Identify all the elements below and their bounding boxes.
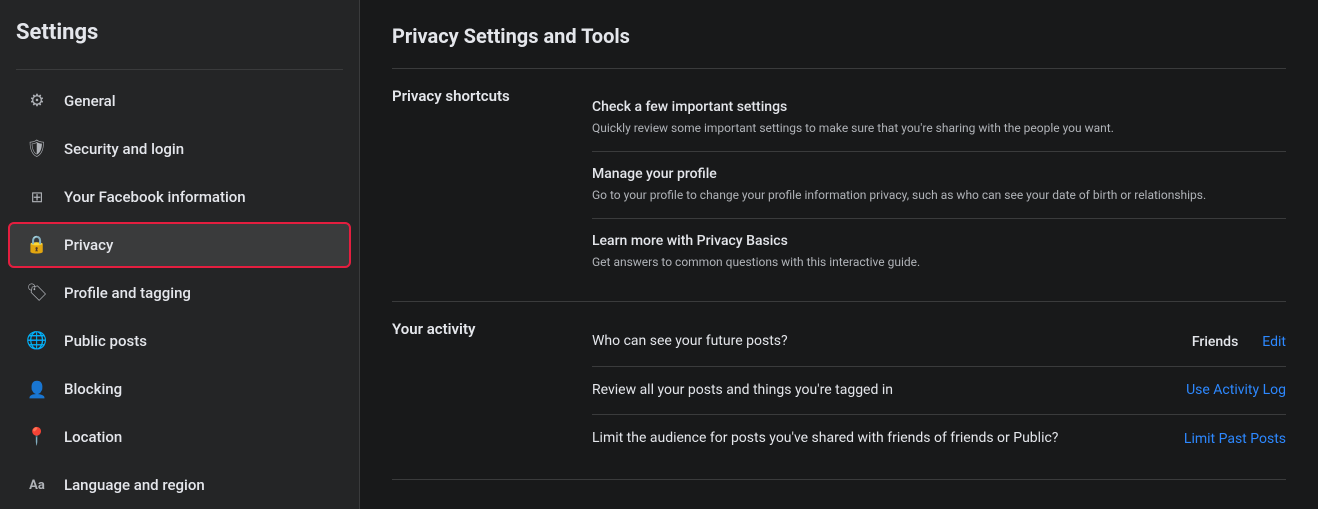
your-activity-section: Your activity Who can see your future po… xyxy=(392,302,1286,480)
sidebar-item-label: Language and region xyxy=(64,476,205,494)
sidebar-item-label: Privacy xyxy=(64,236,113,254)
privacy-item-desc: Quickly review some important settings t… xyxy=(592,119,1286,137)
activity-item-left: Who can see your future posts? xyxy=(592,332,1176,352)
privacy-item-title: Learn more with Privacy Basics xyxy=(592,233,1286,249)
sidebar-item-facebook-info[interactable]: ⊞ Your Facebook information xyxy=(8,174,351,220)
location-icon: 📍 xyxy=(24,424,50,450)
sidebar-item-label: Your Facebook information xyxy=(64,188,246,206)
sidebar: Settings ⚙ General 🛡 Security and login … xyxy=(0,0,360,509)
use-activity-log-link[interactable]: Use Activity Log xyxy=(1186,382,1286,398)
privacy-item-title: Manage your profile xyxy=(592,166,1286,182)
sidebar-item-label: Security and login xyxy=(64,140,184,158)
activity-content: Who can see your future posts? Friends E… xyxy=(592,318,1286,463)
privacy-item-desc: Go to your profile to change your profil… xyxy=(592,186,1286,204)
page-title: Privacy Settings and Tools xyxy=(392,24,1286,48)
language-icon: Aa xyxy=(24,472,50,498)
lock-icon: 🔒 xyxy=(24,232,50,258)
sidebar-item-label: Profile and tagging xyxy=(64,284,191,302)
sidebar-divider xyxy=(16,69,343,70)
activity-item-title: Limit the audience for posts you've shar… xyxy=(592,429,1168,449)
sidebar-item-label: Location xyxy=(64,428,122,446)
section-label-activity: Your activity xyxy=(392,318,552,338)
section-label-shortcuts: Privacy shortcuts xyxy=(392,85,552,105)
activity-item-title: Review all your posts and things you're … xyxy=(592,381,1170,401)
shield-icon: 🛡 xyxy=(24,136,50,162)
activity-item-left: Limit the audience for posts you've shar… xyxy=(592,429,1168,449)
privacy-item-title: Check a few important settings xyxy=(592,99,1286,115)
globe-icon: 🌐 xyxy=(24,328,50,354)
activity-item-future-posts: Who can see your future posts? Friends E… xyxy=(592,318,1286,367)
sidebar-item-security[interactable]: 🛡 Security and login xyxy=(8,126,351,172)
sidebar-item-blocking[interactable]: 👤 Blocking xyxy=(8,366,351,412)
tag-icon: 🏷 xyxy=(24,280,50,306)
privacy-item-desc: Get answers to common questions with thi… xyxy=(592,253,1286,271)
activity-item-left: Review all your posts and things you're … xyxy=(592,381,1170,401)
activity-item-review-posts: Review all your posts and things you're … xyxy=(592,367,1286,416)
activity-value-friends: Friends xyxy=(1192,334,1238,350)
activity-item-right: Friends Edit xyxy=(1192,334,1286,350)
grid-icon: ⊞ xyxy=(24,184,50,210)
edit-future-posts-link[interactable]: Edit xyxy=(1262,334,1286,350)
sidebar-item-profile-tagging[interactable]: 🏷 Profile and tagging xyxy=(8,270,351,316)
sidebar-title: Settings xyxy=(0,20,359,61)
sidebar-item-label: Blocking xyxy=(64,380,122,398)
limit-past-posts-link[interactable]: Limit Past Posts xyxy=(1184,431,1286,447)
sidebar-item-label: General xyxy=(64,92,116,110)
sidebar-item-privacy[interactable]: 🔒 Privacy xyxy=(8,222,351,268)
sidebar-item-location[interactable]: 📍 Location xyxy=(8,414,351,460)
sidebar-item-public-posts[interactable]: 🌐 Public posts xyxy=(8,318,351,364)
privacy-shortcuts-section: Privacy shortcuts Check a few important … xyxy=(392,69,1286,302)
sidebar-item-language[interactable]: Aa Language and region xyxy=(8,462,351,508)
activity-item-right: Use Activity Log xyxy=(1186,382,1286,398)
activity-item-title: Who can see your future posts? xyxy=(592,332,1176,352)
gear-icon: ⚙ xyxy=(24,88,50,114)
sidebar-item-label: Public posts xyxy=(64,332,147,350)
privacy-item-privacy-basics: Learn more with Privacy Basics Get answe… xyxy=(592,219,1286,285)
activity-item-limit-past: Limit the audience for posts you've shar… xyxy=(592,415,1286,463)
privacy-item-check-settings: Check a few important settings Quickly r… xyxy=(592,85,1286,152)
sidebar-item-general[interactable]: ⚙ General xyxy=(8,78,351,124)
shortcuts-content: Check a few important settings Quickly r… xyxy=(592,85,1286,285)
privacy-item-manage-profile: Manage your profile Go to your profile t… xyxy=(592,152,1286,219)
activity-item-right: Limit Past Posts xyxy=(1184,431,1286,447)
block-user-icon: 👤 xyxy=(24,376,50,402)
main-content: Privacy Settings and Tools Privacy short… xyxy=(360,0,1318,509)
